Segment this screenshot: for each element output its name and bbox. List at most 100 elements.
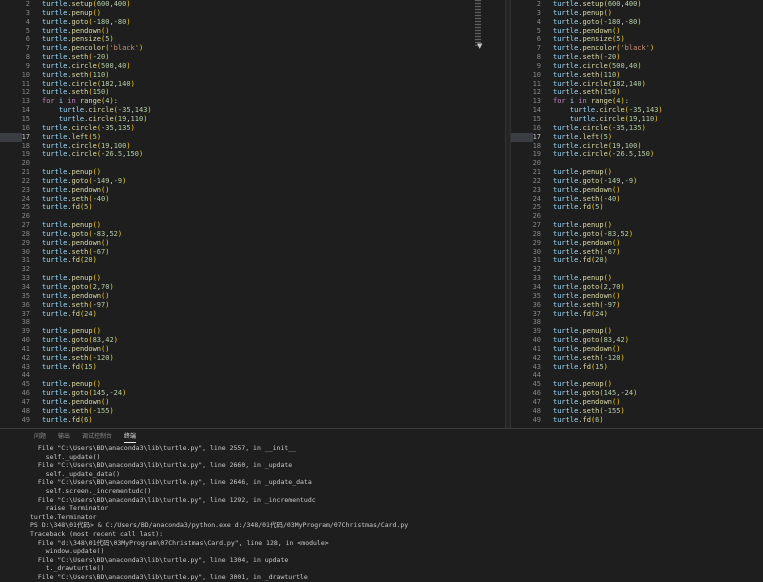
- code-line[interactable]: 45 turtle.penup(): [511, 380, 763, 389]
- code-line[interactable]: 6 turtle.pensize(5): [0, 35, 505, 44]
- code-line[interactable]: 32: [0, 265, 505, 274]
- code-line[interactable]: 2 turtle.setup(600,400): [0, 0, 505, 9]
- code-line[interactable]: 39 turtle.penup(): [0, 327, 505, 336]
- code-line[interactable]: 42 turtle.seth(-120): [0, 354, 505, 363]
- code-line[interactable]: 41 turtle.pendown(): [0, 345, 505, 354]
- code-line[interactable]: 13 for i in range(4):: [511, 97, 763, 106]
- code-line[interactable]: 44: [0, 371, 505, 380]
- code-line[interactable]: 16 turtle.circle(-35,135): [0, 124, 505, 133]
- code-line[interactable]: 8 turtle.seth(-20): [0, 53, 505, 62]
- code-view-left[interactable]: 2 turtle.setup(600,400) 3 turtle.penup() 4 tu…: [0, 0, 505, 425]
- code-line[interactable]: 19 turtle.circle(-26.5,150): [0, 150, 505, 159]
- code-line[interactable]: 18 turtle.circle(19,100): [511, 142, 763, 151]
- terminal-output[interactable]: File "C:\Users\BD\anaconda3\lib\turtle.p…: [0, 442, 763, 582]
- code-line[interactable]: 44: [511, 371, 763, 380]
- code-line[interactable]: 46 turtle.goto(145,-24): [511, 389, 763, 398]
- code-line[interactable]: 36 turtle.seth(-97): [0, 301, 505, 310]
- code-line[interactable]: 2 turtle.setup(600,400): [511, 0, 763, 9]
- code-line[interactable]: 23 turtle.pendown(): [0, 186, 505, 195]
- code-line[interactable]: 30 turtle.seth(-67): [511, 248, 763, 257]
- code-line[interactable]: 40 turtle.goto(83,42): [511, 336, 763, 345]
- code-line[interactable]: 43 turtle.fd(15): [511, 363, 763, 372]
- code-line[interactable]: 8 turtle.seth(-20): [511, 53, 763, 62]
- code-line[interactable]: 47 turtle.pendown(): [511, 398, 763, 407]
- code-line[interactable]: 20: [0, 159, 505, 168]
- code-line[interactable]: 32: [511, 265, 763, 274]
- code-line[interactable]: 27 turtle.penup(): [511, 221, 763, 230]
- editor-right-pane[interactable]: 2 turtle.setup(600,400) 3 turtle.penup() 4 tu…: [511, 0, 763, 428]
- code-line[interactable]: 31 turtle.fd(20): [0, 256, 505, 265]
- code-line[interactable]: 36 turtle.seth(-97): [511, 301, 763, 310]
- code-line[interactable]: 33 turtle.penup(): [0, 274, 505, 283]
- code-line[interactable]: 34 turtle.goto(2,70): [511, 283, 763, 292]
- code-line[interactable]: 34 turtle.goto(2,70): [0, 283, 505, 292]
- code-line[interactable]: 33 turtle.penup(): [511, 274, 763, 283]
- code-line[interactable]: 5 turtle.pendown(): [511, 27, 763, 36]
- code-line[interactable]: 49 turtle.fd(6): [0, 416, 505, 425]
- code-line[interactable]: 24 turtle.seth(-40): [0, 195, 505, 204]
- code-line[interactable]: 38: [0, 318, 505, 327]
- code-line[interactable]: 26: [0, 212, 505, 221]
- code-line[interactable]: 26: [511, 212, 763, 221]
- code-line[interactable]: 17 turtle.left(5): [0, 132, 505, 142]
- code-line[interactable]: 12 turtle.seth(150): [511, 88, 763, 97]
- code-line[interactable]: 21 turtle.penup(): [511, 168, 763, 177]
- code-line[interactable]: 45 turtle.penup(): [0, 380, 505, 389]
- code-line[interactable]: 11 turtle.circle(182,140): [511, 80, 763, 89]
- code-line[interactable]: 20: [511, 159, 763, 168]
- code-line[interactable]: 27 turtle.penup(): [0, 221, 505, 230]
- panel-tab[interactable]: 输出: [58, 429, 70, 442]
- panel-tab[interactable]: 调试控制台: [82, 429, 112, 442]
- chevron-down-icon[interactable]: ▼: [477, 42, 482, 50]
- code-line[interactable]: 13 for i in range(4):: [0, 97, 505, 106]
- code-line[interactable]: 19 turtle.circle(-26.5,150): [511, 150, 763, 159]
- code-line[interactable]: 40 turtle.goto(83,42): [0, 336, 505, 345]
- code-line[interactable]: 25 turtle.fd(5): [0, 203, 505, 212]
- code-line[interactable]: 38: [511, 318, 763, 327]
- panel-tab[interactable]: 问题: [34, 429, 46, 442]
- panel-tab[interactable]: 终端: [124, 429, 137, 443]
- code-line[interactable]: 42 turtle.seth(-120): [511, 354, 763, 363]
- code-line[interactable]: 48 turtle.seth(-155): [511, 407, 763, 416]
- code-line[interactable]: 7 turtle.pencolor('black'): [0, 44, 505, 53]
- code-line[interactable]: 3 turtle.penup(): [511, 9, 763, 18]
- code-line[interactable]: 14 turtle.circle(-35,143): [0, 106, 505, 115]
- code-line[interactable]: 28 turtle.goto(-83,52): [511, 230, 763, 239]
- code-line[interactable]: 35 turtle.pendown(): [0, 292, 505, 301]
- code-line[interactable]: 22 turtle.goto(-149,-9): [511, 177, 763, 186]
- code-line[interactable]: 11 turtle.circle(182,140): [0, 80, 505, 89]
- code-line[interactable]: 5 turtle.pendown(): [0, 27, 505, 36]
- code-line[interactable]: 6 turtle.pensize(5): [511, 35, 763, 44]
- code-line[interactable]: 31 turtle.fd(20): [511, 256, 763, 265]
- code-line[interactable]: 25 turtle.fd(5): [511, 203, 763, 212]
- code-line[interactable]: 15 turtle.circle(19,110): [0, 115, 505, 124]
- code-line[interactable]: 46 turtle.goto(145,-24): [0, 389, 505, 398]
- code-line[interactable]: 30 turtle.seth(-67): [0, 248, 505, 257]
- code-line[interactable]: 17 turtle.left(5): [511, 132, 763, 142]
- code-line[interactable]: 24 turtle.seth(-40): [511, 195, 763, 204]
- code-line[interactable]: 29 turtle.pendown(): [511, 239, 763, 248]
- code-line[interactable]: 10 turtle.seth(110): [511, 71, 763, 80]
- code-line[interactable]: 14 turtle.circle(-35,143): [511, 106, 763, 115]
- code-line[interactable]: 37 turtle.fd(24): [0, 310, 505, 319]
- code-line[interactable]: 29 turtle.pendown(): [0, 239, 505, 248]
- code-line[interactable]: 23 turtle.pendown(): [511, 186, 763, 195]
- code-view-right[interactable]: 2 turtle.setup(600,400) 3 turtle.penup() 4 tu…: [511, 0, 763, 425]
- editor-left-pane[interactable]: 2 turtle.setup(600,400) 3 turtle.penup() 4 tu…: [0, 0, 505, 428]
- code-line[interactable]: 9 turtle.circle(500,40): [511, 62, 763, 71]
- code-line[interactable]: 4 turtle.goto(-180,-80): [0, 18, 505, 27]
- minimap-slider[interactable]: [475, 0, 481, 46]
- code-line[interactable]: 21 turtle.penup(): [0, 168, 505, 177]
- code-line[interactable]: 35 turtle.pendown(): [511, 292, 763, 301]
- code-line[interactable]: 22 turtle.goto(-149,-9): [0, 177, 505, 186]
- minimap[interactable]: ▼: [473, 0, 505, 428]
- code-line[interactable]: 28 turtle.goto(-83,52): [0, 230, 505, 239]
- code-line[interactable]: 41 turtle.pendown(): [511, 345, 763, 354]
- code-line[interactable]: 16 turtle.circle(-35,135): [511, 124, 763, 133]
- code-line[interactable]: 3 turtle.penup(): [0, 9, 505, 18]
- code-line[interactable]: 12 turtle.seth(150): [0, 88, 505, 97]
- code-line[interactable]: 37 turtle.fd(24): [511, 310, 763, 319]
- code-line[interactable]: 15 turtle.circle(19,110): [511, 115, 763, 124]
- code-line[interactable]: 43 turtle.fd(15): [0, 363, 505, 372]
- code-line[interactable]: 9 turtle.circle(500,40): [0, 62, 505, 71]
